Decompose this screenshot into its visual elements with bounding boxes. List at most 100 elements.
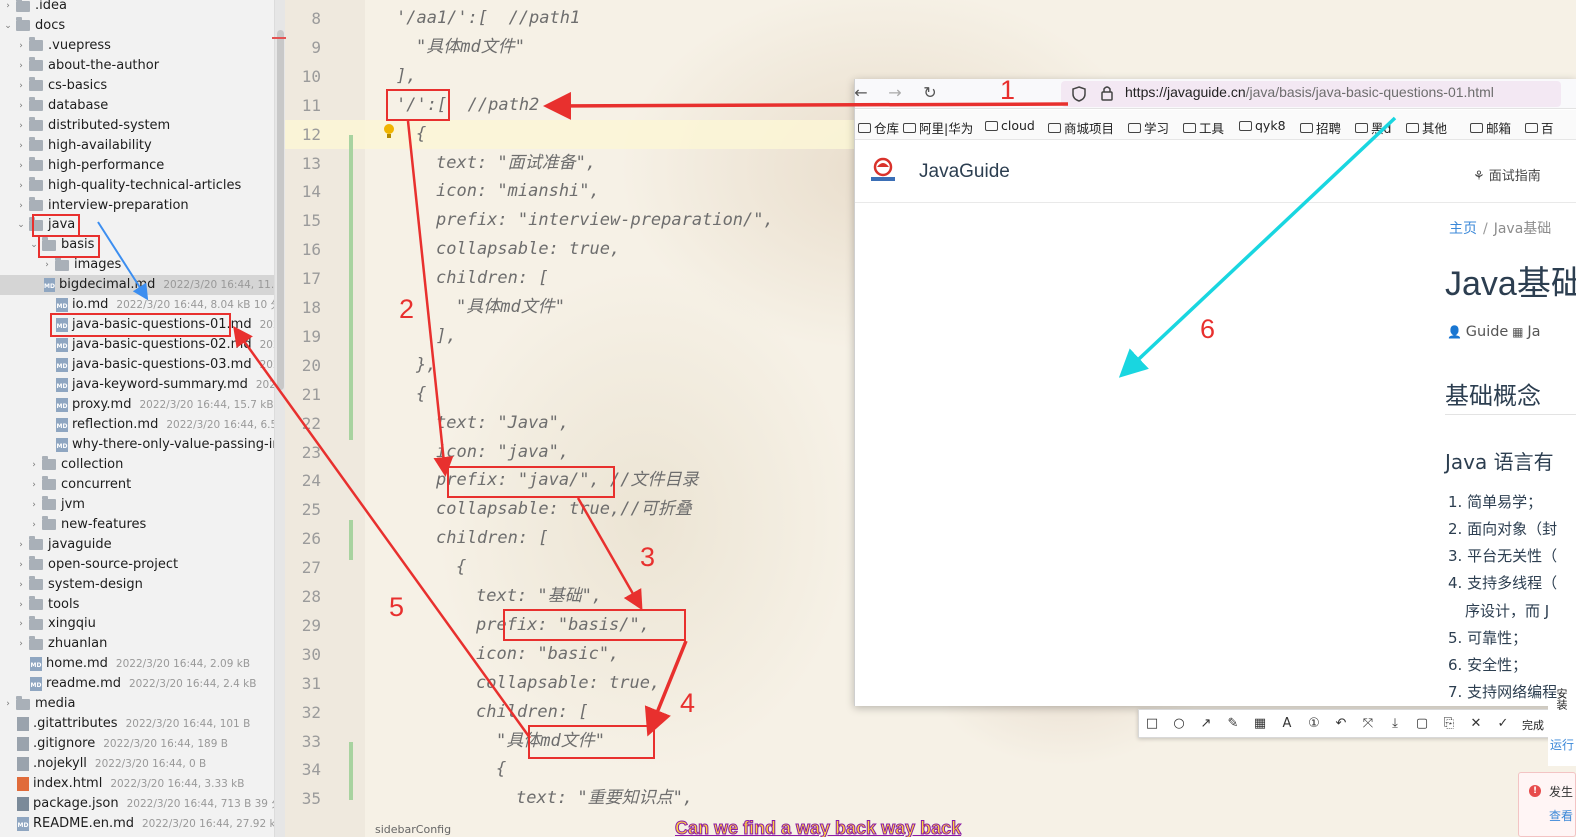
tree-row[interactable]: package.json 2022/3/20 16:44, 713 B 39 分钟… bbox=[0, 794, 285, 814]
tree-row[interactable]: › media bbox=[0, 694, 76, 714]
resize-icon[interactable]: ⤧ bbox=[1359, 715, 1377, 733]
tree-row[interactable]: MDjava-keyword-summary.md2022/3/20 bbox=[0, 375, 285, 395]
bookmark-item[interactable]: 学习 bbox=[1128, 118, 1169, 137]
tree-row[interactable]: MD readme.md 2022/3/20 16:44, 2.4 kB bbox=[0, 674, 256, 694]
check-icon[interactable]: ✓ bbox=[1494, 715, 1512, 733]
pin-icon[interactable]: ▢ bbox=[1413, 715, 1431, 733]
tree-row[interactable]: › xingqiu bbox=[0, 614, 96, 634]
collapsed-arrow-icon[interactable]: › bbox=[2, 0, 14, 16]
bookmark-item[interactable]: 商城项目 bbox=[1048, 118, 1114, 137]
tree-scrollbar[interactable] bbox=[274, 0, 285, 837]
collapsed-arrow-icon[interactable]: › bbox=[15, 76, 27, 96]
reload-icon[interactable]: ↻ bbox=[918, 83, 942, 102]
editor-bottom-tab[interactable]: sidebarConfig bbox=[375, 823, 451, 836]
bookmark-item[interactable]: 百 bbox=[1525, 118, 1554, 137]
shield-icon[interactable] bbox=[1071, 86, 1087, 102]
collapsed-arrow-icon[interactable]: › bbox=[15, 634, 27, 654]
collapsed-arrow-icon[interactable]: › bbox=[15, 535, 27, 555]
collapsed-arrow-icon[interactable]: › bbox=[15, 36, 27, 56]
tree-row[interactable]: MD reflection.md 2022/3/20 16:44, 6.56 kB bbox=[0, 415, 285, 435]
arrow-tool-icon[interactable]: ↗ bbox=[1197, 715, 1215, 733]
tree-row[interactable]: index.html 2022/3/20 16:44, 3.33 kB bbox=[0, 774, 244, 794]
tree-row[interactable]: .gitattributes 2022/3/20 16:44, 101 B bbox=[0, 714, 250, 734]
done-button[interactable]: 完成 bbox=[1522, 717, 1544, 733]
mosaic-tool-icon[interactable]: ▦ bbox=[1251, 715, 1269, 733]
tree-row[interactable]: › system-design bbox=[0, 575, 143, 595]
expanded-arrow-icon[interactable]: ⌄ bbox=[2, 16, 14, 36]
pen-tool-icon[interactable]: ✎ bbox=[1224, 715, 1242, 733]
tree-row[interactable]: › high-availability bbox=[0, 136, 152, 156]
bookmark-item[interactable]: qyk8 bbox=[1239, 118, 1286, 133]
expanded-arrow-icon[interactable]: ⌄ bbox=[15, 215, 27, 235]
run-link[interactable]: 运行 bbox=[1550, 736, 1574, 753]
tree-row[interactable]: › about-the-author bbox=[0, 56, 159, 76]
tree-row[interactable]: › collection bbox=[0, 455, 123, 475]
tree-row[interactable]: › distributed-system bbox=[0, 116, 170, 136]
site-title[interactable]: JavaGuide bbox=[919, 161, 1010, 183]
tree-scrollbar-thumb[interactable] bbox=[277, 30, 284, 390]
bookmark-item[interactable]: 阿里|华为 bbox=[903, 118, 973, 137]
bookmark-item[interactable]: cloud bbox=[985, 118, 1035, 133]
collapsed-arrow-icon[interactable]: › bbox=[15, 555, 27, 575]
tree-row[interactable]: › high-performance bbox=[0, 156, 164, 176]
tree-row[interactable]: › images bbox=[0, 255, 121, 275]
tree-row[interactable]: .nojekyll 2022/3/20 16:44, 0 B bbox=[0, 754, 206, 774]
tree-row[interactable]: › .vuepress bbox=[0, 36, 111, 56]
tree-row[interactable]: MD home.md 2022/3/20 16:44, 2.09 kB bbox=[0, 654, 250, 674]
tree-row[interactable]: › .idea bbox=[0, 0, 67, 16]
ellipse-tool-icon[interactable]: ○ bbox=[1170, 715, 1188, 733]
bookmark-item[interactable]: 工具 bbox=[1183, 118, 1224, 137]
collapsed-arrow-icon[interactable]: › bbox=[15, 136, 27, 156]
lightbulb-icon[interactable] bbox=[383, 124, 395, 140]
tree-row[interactable]: › database bbox=[0, 96, 108, 116]
collapsed-arrow-icon[interactable]: › bbox=[28, 515, 40, 535]
number-tool-icon[interactable]: ① bbox=[1305, 715, 1323, 733]
tree-row[interactable]: › javaguide bbox=[0, 535, 112, 555]
rectangle-tool-icon[interactable]: □ bbox=[1143, 715, 1161, 733]
copy-icon[interactable]: ⎘ bbox=[1440, 715, 1458, 733]
lock-icon[interactable] bbox=[1100, 85, 1114, 102]
nav-interview-guide[interactable]: ⚘ 面试指南 bbox=[1473, 165, 1541, 184]
warning-view-link[interactable]: 查看 bbox=[1549, 807, 1573, 824]
bookmark-item[interactable]: 招聘 bbox=[1300, 118, 1341, 137]
collapsed-arrow-icon[interactable]: › bbox=[15, 575, 27, 595]
tree-row[interactable]: MDbigdecimal.md 2022/3/20 16:44, 11.63 kB bbox=[0, 275, 285, 296]
collapsed-arrow-icon[interactable]: › bbox=[2, 694, 14, 714]
bookmark-item[interactable]: 黑d bbox=[1355, 118, 1391, 137]
close-icon[interactable]: ✕ bbox=[1467, 715, 1485, 733]
collapsed-arrow-icon[interactable]: › bbox=[15, 96, 27, 116]
collapsed-arrow-icon[interactable]: › bbox=[15, 56, 27, 76]
collapsed-arrow-icon[interactable]: › bbox=[28, 495, 40, 515]
collapsed-arrow-icon[interactable]: › bbox=[15, 196, 27, 216]
collapsed-arrow-icon[interactable]: › bbox=[15, 156, 27, 176]
tree-row[interactable]: › high-quality-technical-articles bbox=[0, 176, 241, 196]
bookmark-item[interactable]: 其他 bbox=[1406, 118, 1447, 137]
tree-row[interactable]: › jvm bbox=[0, 495, 85, 515]
author-name[interactable]: Guide bbox=[1466, 324, 1509, 340]
tree-row[interactable]: MDjava-basic-questions-02.md2022/3/20 bbox=[0, 335, 285, 355]
tree-row[interactable]: › new-features bbox=[0, 515, 146, 535]
tree-row[interactable]: › cs-basics bbox=[0, 76, 107, 96]
collapsed-arrow-icon[interactable]: › bbox=[41, 255, 53, 275]
collapsed-arrow-icon[interactable]: › bbox=[15, 614, 27, 634]
tree-row[interactable]: MD why-there-only-value-passing-in-java bbox=[0, 435, 285, 455]
tree-row[interactable]: MD README.en.md 2022/3/20 16:44, 27.92 kB bbox=[0, 814, 283, 834]
tree-row[interactable]: › interview-preparation bbox=[0, 196, 189, 216]
javaguide-logo-icon[interactable] bbox=[867, 155, 899, 185]
tree-row[interactable]: › zhuanlan bbox=[0, 634, 107, 654]
url-text[interactable]: https://javaguide.cn/java/basis/java-bas… bbox=[1125, 84, 1494, 100]
collapsed-arrow-icon[interactable]: › bbox=[28, 455, 40, 475]
bookmark-item[interactable]: 仓库 bbox=[858, 118, 899, 137]
tree-row[interactable]: ⌄ docs bbox=[0, 16, 65, 36]
collapsed-arrow-icon[interactable]: › bbox=[15, 116, 27, 136]
tree-row[interactable]: MDjava-basic-questions-03.md2022/3/20 bbox=[0, 355, 285, 375]
tree-row[interactable]: › open-source-project bbox=[0, 555, 178, 575]
tree-row[interactable]: › tools bbox=[0, 595, 79, 615]
collapsed-arrow-icon[interactable]: › bbox=[15, 595, 27, 615]
tree-row[interactable]: MD proxy.md 2022/3/20 16:44, 15.7 kB bbox=[0, 395, 274, 415]
undo-icon[interactable]: ↶ bbox=[1332, 715, 1350, 733]
text-tool-icon[interactable]: A bbox=[1278, 715, 1296, 733]
collapsed-arrow-icon[interactable]: › bbox=[28, 475, 40, 495]
back-icon[interactable]: ← bbox=[855, 83, 873, 102]
tree-row[interactable]: › concurrent bbox=[0, 475, 131, 495]
